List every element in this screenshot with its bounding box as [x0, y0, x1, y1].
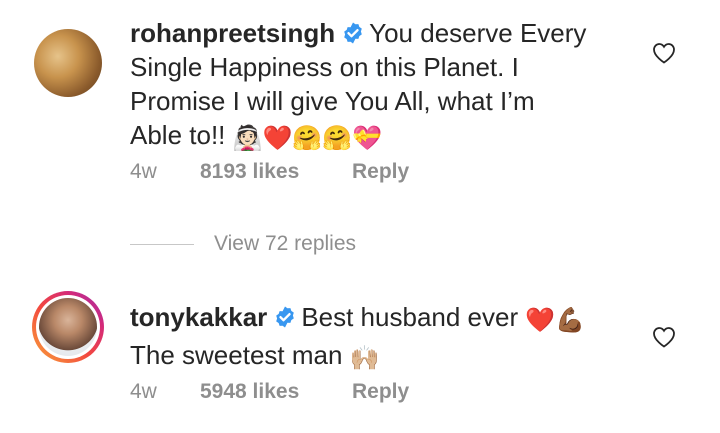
comment-body-line-4: Able to!! [130, 120, 226, 150]
avatar-image [39, 298, 97, 356]
comment-body-line-2: The sweetest man [130, 340, 343, 370]
comment-text: tonykakkar Best husband ever ❤️💪🏾 The swe… [130, 300, 640, 376]
emoji-raising-hands: 🙌🏼 [349, 345, 380, 372]
reply-button[interactable]: Reply [352, 380, 409, 404]
avatar[interactable] [32, 27, 104, 99]
divider-line [130, 243, 194, 245]
username[interactable]: rohanpreetsingh [130, 18, 335, 48]
comment-time[interactable]: 4w [130, 160, 200, 184]
likes-count[interactable]: 5948 likes [200, 380, 352, 404]
comment-body-line-3: Promise I will give You All, what I’m [130, 86, 535, 116]
comment-body-line-1: You deserve Every [369, 18, 587, 48]
comment-time[interactable]: 4w [130, 380, 200, 404]
comment-text: rohanpreetsingh You deserve Every Single … [130, 16, 640, 156]
avatar-story-ring[interactable] [32, 291, 104, 363]
likes-count[interactable]: 8193 likes [200, 160, 352, 184]
view-replies-label: View 72 replies [214, 232, 357, 255]
comment-meta: 4w 5948 likes Reply [130, 380, 409, 404]
reply-button[interactable]: Reply [352, 160, 409, 184]
like-heart-icon[interactable] [652, 42, 676, 64]
username[interactable]: tonykakkar [130, 302, 267, 332]
comment-meta: 4w 8193 likes Reply [130, 160, 409, 184]
emoji-sequence: 👰🏻❤️🤗🤗💝 [232, 125, 383, 152]
avatar-image [34, 29, 102, 97]
comment-body-line-1: Best husband ever [301, 302, 519, 332]
comment-body-line-2: Single Happiness on this Planet. I [130, 52, 519, 82]
emoji-heart-muscle: ❤️💪🏾 [525, 307, 586, 334]
verified-badge-icon [276, 306, 295, 328]
verified-badge-icon [344, 22, 362, 44]
like-heart-icon[interactable] [652, 326, 676, 348]
view-replies-button[interactable]: View 72 replies [130, 232, 356, 256]
